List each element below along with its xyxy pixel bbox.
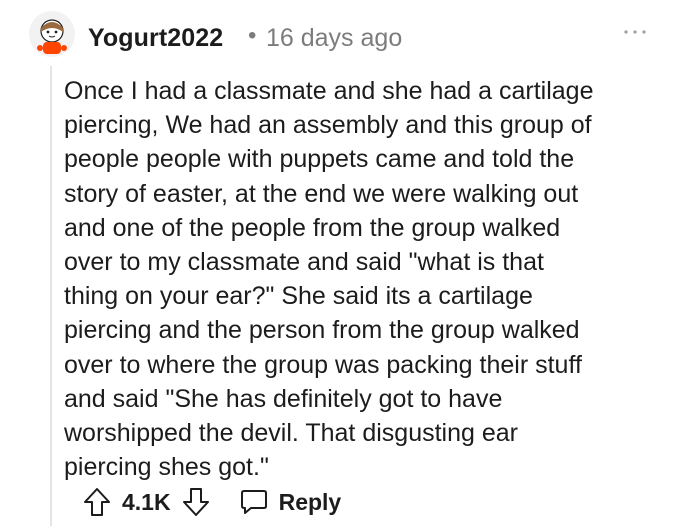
thread-line[interactable]	[50, 66, 52, 526]
username[interactable]: Yogurt2022	[88, 24, 223, 53]
comment-header: Yogurt2022 • 16 days ago	[0, 0, 700, 78]
separator-dot: •	[248, 22, 257, 49]
reply-label: Reply	[278, 488, 342, 515]
arrow-up-icon[interactable]	[82, 486, 112, 518]
comment-actions: 4.1K Reply	[82, 484, 341, 520]
snoo-avatar-icon[interactable]	[28, 10, 76, 58]
arrow-down-icon[interactable]	[181, 486, 211, 518]
comment-card: Yogurt2022 • 16 days ago Once I had a cl…	[0, 0, 700, 526]
timestamp: 16 days ago	[266, 24, 403, 52]
comment-body: Once I had a classmate and she had a car…	[64, 77, 594, 482]
vote-score: 4.1K	[122, 488, 171, 515]
speech-bubble-icon	[240, 490, 267, 514]
reply-button[interactable]: Reply	[239, 488, 342, 516]
more-options-icon[interactable]	[620, 22, 650, 42]
